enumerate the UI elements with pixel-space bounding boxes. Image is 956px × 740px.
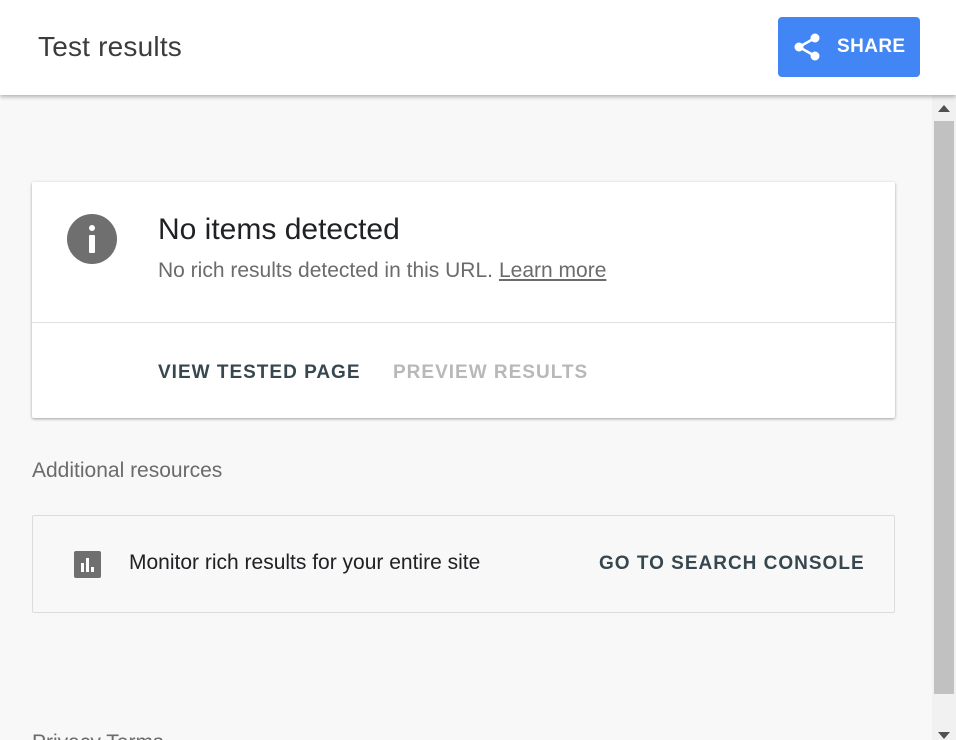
result-subtitle-text: No rich results detected in this URL. — [158, 259, 493, 282]
scroll-up-arrow-icon[interactable] — [938, 105, 950, 112]
scroll-down-arrow-icon[interactable] — [938, 732, 950, 739]
vertical-scrollbar[interactable] — [932, 95, 956, 740]
scrollbar-thumb[interactable] — [934, 121, 954, 694]
header-bar: Test results SHARE — [0, 0, 956, 95]
info-icon — [67, 214, 117, 264]
result-card: No items detected No rich results detect… — [32, 182, 895, 418]
card-divider — [32, 322, 895, 323]
main-content: No items detected No rich results detect… — [0, 95, 932, 740]
go-to-search-console-button[interactable]: GO TO SEARCH CONSOLE — [599, 553, 865, 575]
learn-more-link[interactable]: Learn more — [499, 259, 606, 282]
share-button[interactable]: SHARE — [778, 17, 920, 77]
share-icon — [792, 32, 822, 62]
share-button-label: SHARE — [837, 36, 906, 57]
preview-results-button[interactable]: PREVIEW RESULTS — [393, 362, 588, 384]
additional-resources-heading: Additional resources — [32, 459, 223, 482]
result-subtitle: No rich results detected in this URL. Lea… — [158, 259, 606, 283]
result-title: No items detected — [158, 213, 400, 246]
page-title: Test results — [38, 31, 182, 62]
bar-chart-icon — [74, 551, 101, 578]
view-tested-page-button[interactable]: VIEW TESTED PAGE — [158, 362, 361, 384]
resource-item-text: Monitor rich results for your entire sit… — [129, 551, 481, 574]
resource-item: Monitor rich results for your entire sit… — [32, 515, 895, 613]
footer-links[interactable]: Privacy Terms — [32, 731, 163, 740]
